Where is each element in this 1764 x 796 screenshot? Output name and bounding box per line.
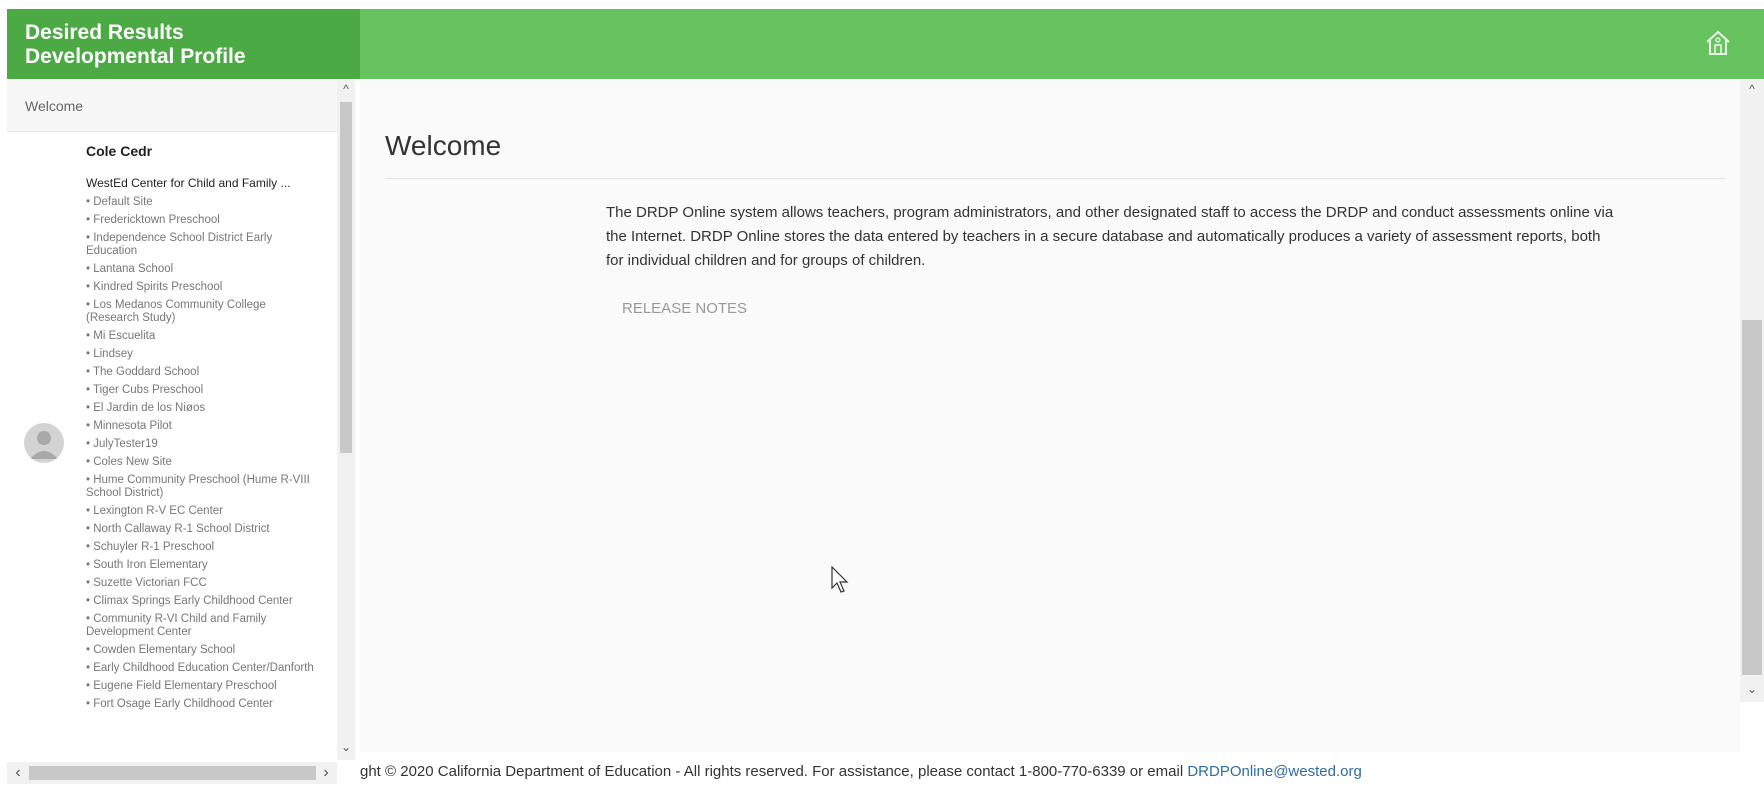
site-list-item[interactable]: North Callaway R-1 School District xyxy=(86,523,316,536)
title-divider xyxy=(385,178,1725,179)
site-list-item[interactable]: South Iron Elementary xyxy=(86,559,316,572)
scroll-down-icon[interactable]: ⌄ xyxy=(1743,680,1761,698)
site-list-item[interactable]: Kindred Spirits Preschool xyxy=(86,281,316,294)
site-list-item[interactable]: Early Childhood Education Center/Danfort… xyxy=(86,662,316,675)
scroll-left-icon[interactable]: ‹ xyxy=(9,764,27,782)
user-panel: Cole Cedr WestEd Center for Child and Fa… xyxy=(7,133,337,760)
site-list-item[interactable]: Lantana School xyxy=(86,263,316,276)
site-list-item[interactable]: Tiger Cubs Preschool xyxy=(86,384,316,397)
site-list-item[interactable]: Lexington R-V EC Center xyxy=(86,505,316,518)
site-list-item[interactable]: Community R-VI Child and Family Developm… xyxy=(86,613,316,639)
site-list-item[interactable]: Los Medanos Community College (Research … xyxy=(86,299,316,325)
scrollbar-thumb[interactable] xyxy=(1742,320,1762,675)
scroll-up-icon[interactable]: ^ xyxy=(1743,80,1761,98)
site-list-item[interactable]: Eugene Field Elementary Preschool xyxy=(86,680,316,693)
app-window: Desired Results Developmental Profile We… xyxy=(0,0,1764,796)
site-list-item[interactable]: The Goddard School xyxy=(86,366,316,379)
site-list-item[interactable]: Default Site xyxy=(86,196,316,209)
scrollbar-thumb[interactable] xyxy=(340,102,352,453)
user-name: Cole Cedr xyxy=(86,143,153,159)
main-content: Welcome The DRDP Online system allows te… xyxy=(360,80,1740,752)
site-list-item[interactable]: JulyTester19 xyxy=(86,438,316,451)
site-list-item[interactable]: El Jardin de los Niøos xyxy=(86,402,316,415)
sidebar-vertical-scrollbar[interactable]: ^ ⌄ xyxy=(337,80,355,760)
site-list-item[interactable]: Lindsey xyxy=(86,348,316,361)
agency-name[interactable]: WestEd Center for Child and Family ... xyxy=(86,176,326,190)
avatar-icon xyxy=(24,423,64,463)
intro-paragraph: The DRDP Online system allows teachers, … xyxy=(606,204,1614,269)
site-list-item[interactable]: Coles New Site xyxy=(86,456,316,469)
home-icon[interactable] xyxy=(1703,28,1733,58)
site-list-item[interactable]: Schuyler R-1 Preschool xyxy=(86,541,316,554)
brand-line-1: Desired Results xyxy=(25,21,184,44)
brand-line-2: Developmental Profile xyxy=(25,45,246,68)
main-vertical-scrollbar[interactable]: ^ ⌄ xyxy=(1740,80,1764,702)
support-email-link[interactable]: DRDPOnline@wested.org xyxy=(1187,763,1361,780)
site-list-item[interactable]: Mi Escuelita xyxy=(86,330,316,343)
app-brand[interactable]: Desired Results Developmental Profile xyxy=(7,9,360,79)
mouse-cursor-icon xyxy=(831,565,851,596)
site-list-item[interactable]: Independence School District Early Educa… xyxy=(86,232,316,258)
scroll-right-icon[interactable]: › xyxy=(317,764,335,782)
site-list: Default Site Fredericktown Preschool Indep… xyxy=(86,196,316,716)
scroll-down-icon[interactable]: ⌄ xyxy=(337,738,355,756)
footer-text: ght © 2020 California Department of Educ… xyxy=(360,763,1188,780)
site-list-item[interactable]: Fort Osage Early Childhood Center xyxy=(86,698,316,711)
sidebar: Welcome Cole Cedr WestEd Center for Chil… xyxy=(7,80,360,760)
sidebar-item-welcome[interactable]: Welcome xyxy=(7,80,337,132)
footer: ght © 2020 California Department of Educ… xyxy=(360,752,1764,796)
scrollbar-thumb[interactable] xyxy=(29,766,316,780)
scroll-up-icon[interactable]: ^ xyxy=(337,80,355,98)
release-notes-link[interactable]: RELEASE NOTES xyxy=(622,300,747,317)
site-list-item[interactable]: Hume Community Preschool (Hume R-VIII Sc… xyxy=(86,474,316,500)
site-list-item[interactable]: Fredericktown Preschool xyxy=(86,214,316,227)
site-list-item[interactable]: Suzette Victorian FCC xyxy=(86,577,316,590)
site-list-item[interactable]: Minnesota Pilot xyxy=(86,420,316,433)
site-list-item[interactable]: Cowden Elementary School xyxy=(86,644,316,657)
site-list-item[interactable]: Climax Springs Early Childhood Center xyxy=(86,595,316,608)
page-title: Welcome xyxy=(385,130,502,161)
sidebar-horizontal-scrollbar[interactable]: ‹ › xyxy=(7,762,337,784)
